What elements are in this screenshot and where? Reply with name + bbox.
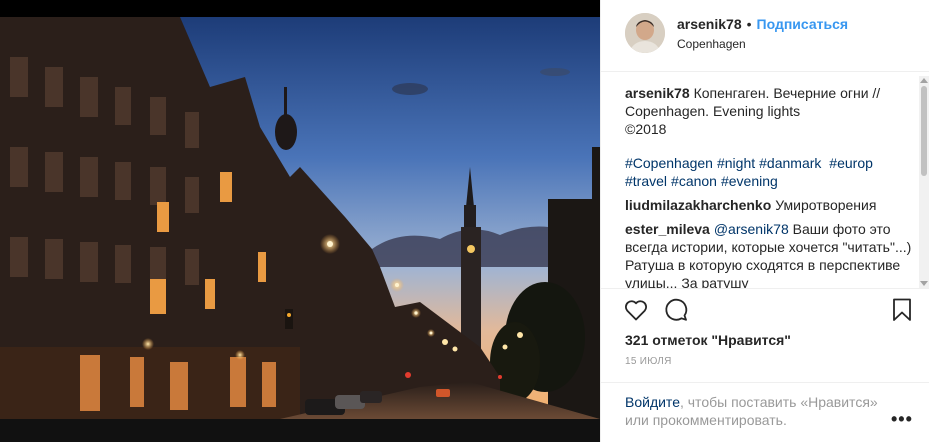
comment-mention[interactable]: @arsenik78 xyxy=(714,221,789,237)
caption-username[interactable]: arsenik78 xyxy=(625,85,690,101)
scroll-down-arrow-icon[interactable] xyxy=(920,281,928,286)
hashtag-link[interactable]: #evening xyxy=(721,173,778,189)
comment-username[interactable]: ester_mileva xyxy=(625,221,710,237)
avatar-image xyxy=(625,13,665,53)
post-photo[interactable] xyxy=(0,17,600,419)
ellipsis-icon[interactable]: ••• xyxy=(891,409,913,430)
separator-dot: • xyxy=(746,16,752,32)
post-header: arsenik78 • Подписаться Copenhagen xyxy=(601,0,929,72)
username-link[interactable]: arsenik78 xyxy=(677,16,742,32)
post-media xyxy=(0,0,600,442)
media-bottom-band xyxy=(0,419,600,442)
hashtag-link[interactable]: #europ xyxy=(829,155,873,171)
caption: arsenik78 Копенгаген. Вечерние огни // Co… xyxy=(625,84,917,138)
login-prompt: Войдите, чтобы поставить «Нравится» или … xyxy=(601,382,929,442)
comment-text: Умиротворения xyxy=(775,197,877,213)
hashtag-link[interactable]: #danmark xyxy=(759,155,821,171)
heart-outline-icon[interactable] xyxy=(623,297,649,323)
header-line: arsenik78 • Подписаться xyxy=(677,16,848,32)
comments-scrollbar[interactable] xyxy=(919,76,929,288)
scroll-up-arrow-icon[interactable] xyxy=(920,78,928,83)
hashtag-link[interactable]: #canon xyxy=(671,173,717,189)
speech-bubble-icon[interactable] xyxy=(663,297,689,323)
bookmark-icon[interactable] xyxy=(889,297,915,323)
comment: ester_mileva @arsenik78 Ваши фото это все… xyxy=(625,220,917,288)
hashtags: #Copenhagen #night #danmark #europ #travel… xyxy=(625,154,917,190)
post-actions: 321 отметок "Нравится" 15 июля xyxy=(601,288,929,388)
comment: liudmilazakharchenko Умиротворения xyxy=(625,196,917,214)
post-panel: arsenik78 • Подписаться Copenhagen arsenik… xyxy=(600,0,929,442)
avatar[interactable] xyxy=(625,13,665,53)
hashtag-link[interactable]: #night xyxy=(717,155,755,171)
scroll-thumb[interactable] xyxy=(921,86,927,176)
post-date[interactable]: 15 июля xyxy=(625,356,672,367)
comment-username[interactable]: liudmilazakharchenko xyxy=(625,197,771,213)
comments-list[interactable]: arsenik78 Копенгаген. Вечерние огни // Co… xyxy=(625,84,917,288)
hashtag-link[interactable]: #travel xyxy=(625,173,667,189)
location-link[interactable]: Copenhagen xyxy=(677,37,746,51)
login-text: Войдите, чтобы поставить «Нравится» или … xyxy=(625,393,885,429)
login-link[interactable]: Войдите xyxy=(625,394,680,410)
like-count[interactable]: 321 отметок "Нравится" xyxy=(625,332,791,348)
follow-button[interactable]: Подписаться xyxy=(757,16,849,32)
hashtag-link[interactable]: #Copenhagen xyxy=(625,155,713,171)
